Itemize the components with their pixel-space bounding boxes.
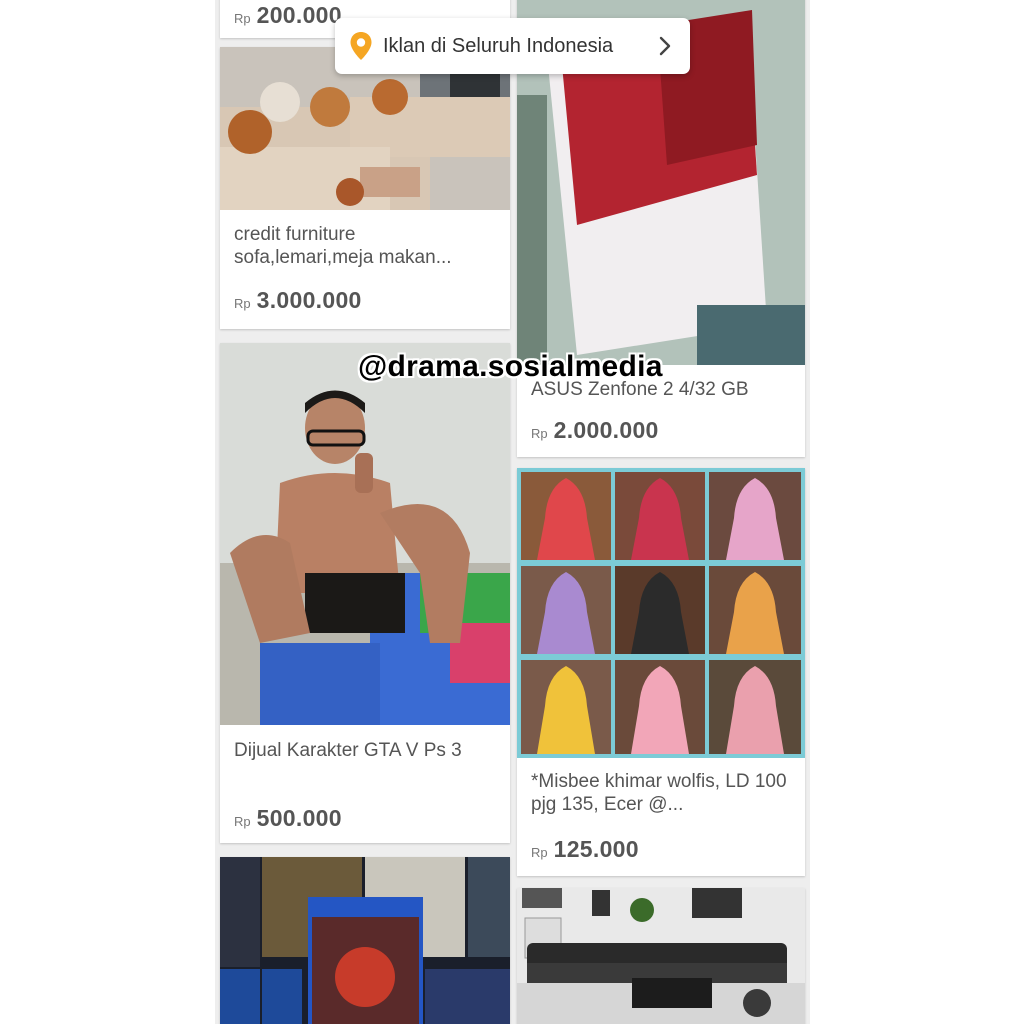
listing-feed: Rp 200.000 credit furniture sofa,lemari,…: [215, 0, 810, 1024]
currency-label: Rp: [234, 296, 251, 311]
currency-label: Rp: [531, 426, 548, 441]
listing-card[interactable]: [220, 857, 510, 1024]
currency-label: Rp: [531, 845, 548, 860]
listing-image-living-room: [517, 888, 805, 1024]
price-amount: 125.000: [553, 836, 639, 862]
location-pin-icon: [350, 32, 372, 60]
listing-title: *Misbee khimar wolfis, LD 100 pjg 135, E…: [531, 771, 787, 815]
listing-image-ps4-games: [220, 857, 510, 1024]
chevron-right-icon: [659, 36, 671, 56]
listing-card[interactable]: credit furniture sofa,lemari,meja makan.…: [220, 47, 510, 329]
listing-image-khimar-grid: [517, 468, 805, 758]
listing-card[interactable]: [517, 888, 805, 1024]
listing-price: Rp 3.000.000: [234, 287, 362, 314]
price-amount: 200.000: [256, 2, 342, 28]
location-label: Iklan di Seluruh Indonesia: [383, 34, 614, 57]
listing-price: Rp 2.000.000: [531, 417, 659, 444]
price-amount: 3.000.000: [256, 287, 362, 313]
listing-price: Rp 500.000: [234, 805, 342, 832]
listing-card[interactable]: Dijual Karakter GTA V Ps 3 Rp 500.000: [220, 343, 510, 843]
listing-card[interactable]: *Misbee khimar wolfis, LD 100 pjg 135, E…: [517, 468, 805, 876]
listing-title: credit furniture sofa,lemari,meja makan.…: [234, 224, 452, 268]
listing-image-person-phone: [220, 343, 510, 725]
watermark-text: @drama.sosialmedia: [358, 350, 663, 383]
listing-title: Dijual Karakter GTA V Ps 3: [234, 740, 462, 761]
location-filter-button[interactable]: Iklan di Seluruh Indonesia: [335, 18, 690, 74]
currency-label: Rp: [234, 11, 251, 26]
price-amount: 2.000.000: [553, 417, 659, 443]
listing-price: Rp 125.000: [531, 836, 639, 863]
currency-label: Rp: [234, 814, 251, 829]
price-amount: 500.000: [256, 805, 342, 831]
listing-price: Rp 200.000: [234, 2, 342, 29]
